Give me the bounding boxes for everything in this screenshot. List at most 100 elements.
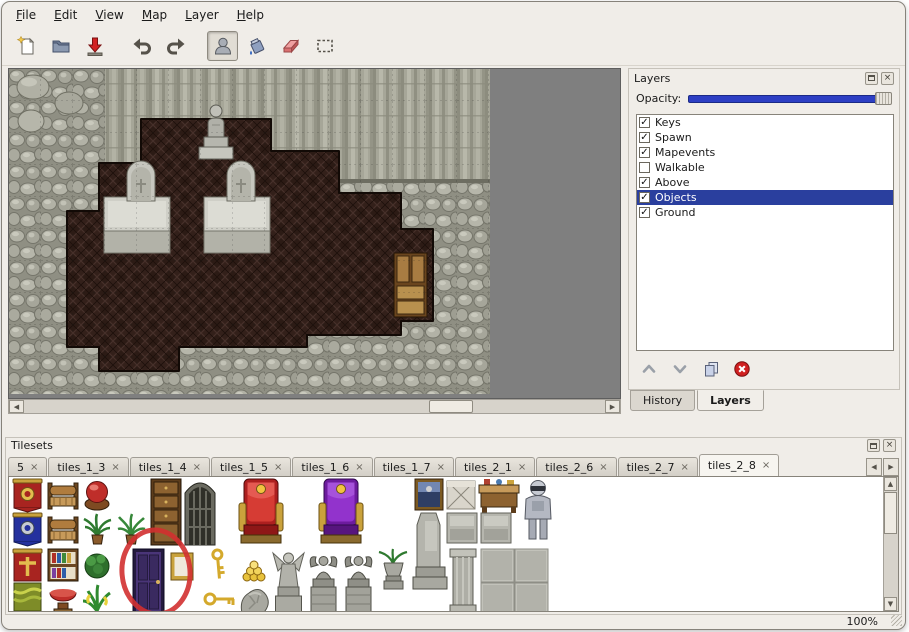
tile-loom[interactable] <box>48 483 78 509</box>
layers-float-button[interactable] <box>865 72 878 85</box>
layer-duplicate-button[interactable] <box>701 359 721 379</box>
tile-angel-statue[interactable] <box>273 553 304 612</box>
resize-grip[interactable] <box>891 615 902 626</box>
tileset-tab[interactable]: tiles_1_7 × <box>374 457 454 476</box>
tileset-tab[interactable]: tiles_1_4 × <box>130 457 210 476</box>
redo-button[interactable] <box>160 31 191 61</box>
stamp-tool-button[interactable] <box>207 31 238 61</box>
tile-banana-plant[interactable] <box>83 585 110 611</box>
tileset-tab-active[interactable]: tiles_2_8 × <box>699 454 779 476</box>
open-map-button[interactable] <box>45 31 76 61</box>
opacity-slider[interactable] <box>688 91 892 106</box>
scroll-left-icon[interactable]: ◀ <box>9 400 24 413</box>
tile-bush[interactable] <box>85 554 109 578</box>
tileset-tab[interactable]: tiles_2_1 × <box>455 457 535 476</box>
tile-arched-grate[interactable] <box>185 483 215 545</box>
layer-row-mapevents[interactable]: ✓ Mapevents <box>637 145 893 160</box>
tilesets-float-button[interactable] <box>867 439 880 452</box>
tab-close-icon[interactable]: × <box>30 462 38 473</box>
tab-scroll-right-icon[interactable]: ▶ <box>883 458 899 476</box>
tile-red-bowl[interactable] <box>50 589 76 612</box>
tab-close-icon[interactable]: × <box>193 462 201 473</box>
undo-button[interactable] <box>126 31 157 61</box>
layers-close-button[interactable]: × <box>881 72 894 85</box>
vscroll-thumb[interactable] <box>884 492 897 534</box>
tileset-tab[interactable]: tiles_1_3 × <box>48 457 128 476</box>
tile-red-banner[interactable] <box>13 479 42 512</box>
tab-close-icon[interactable]: × <box>518 462 526 473</box>
layer-row-ground[interactable]: ✓ Ground <box>637 205 893 220</box>
tile-purple-door[interactable] <box>133 549 164 612</box>
tile-gray-floor[interactable] <box>481 549 514 612</box>
map-hscrollbar[interactable]: ◀ ▶ <box>8 399 621 414</box>
tile-red-pot[interactable] <box>85 482 109 511</box>
save-map-button[interactable] <box>79 31 110 61</box>
layer-row-spawn[interactable]: ✓ Spawn <box>637 130 893 145</box>
menu-map[interactable]: Map <box>133 4 176 26</box>
tilesets-close-button[interactable]: × <box>883 439 896 452</box>
layer-row-objects-selected[interactable]: ✓ Objects <box>637 190 893 205</box>
tile-gray-floor[interactable] <box>515 549 548 612</box>
scroll-right-icon[interactable]: ▶ <box>605 400 620 413</box>
layer-visibility-checkbox[interactable]: ✓ <box>639 132 650 143</box>
tileset-tab[interactable]: tiles_2_6 × <box>536 457 616 476</box>
tileset-tab[interactable]: tiles_1_6 × <box>292 457 372 476</box>
hscroll-thumb[interactable] <box>429 400 473 413</box>
tile-red-cross-banner[interactable] <box>13 549 42 581</box>
tile-stone-block[interactable] <box>447 513 477 543</box>
tab-close-icon[interactable]: × <box>681 462 689 473</box>
scroll-down-icon[interactable]: ▼ <box>884 597 897 611</box>
layer-row-above[interactable]: ✓ Above <box>637 175 893 190</box>
tile-shelf[interactable] <box>479 479 519 513</box>
tile-purple-throne[interactable] <box>319 479 363 543</box>
tile-potted-plant[interactable] <box>118 514 145 544</box>
layer-visibility-checkbox[interactable]: ✓ <box>639 207 650 218</box>
dock-tab-layers[interactable]: Layers <box>697 390 764 411</box>
layer-visibility-checkbox[interactable]: ✓ <box>639 192 650 203</box>
opacity-slider-handle[interactable] <box>875 92 892 105</box>
menu-edit[interactable]: Edit <box>45 4 86 26</box>
tileset-tab[interactable]: 5 × <box>8 457 47 476</box>
tile-pillar[interactable] <box>450 549 476 612</box>
menu-view[interactable]: View <box>86 4 132 26</box>
tile-loom[interactable] <box>48 517 78 543</box>
tile-gargoyle[interactable] <box>345 557 372 613</box>
tile-gold-key-horizontal[interactable] <box>205 594 234 605</box>
tile-gold-frame[interactable] <box>171 553 193 580</box>
tile-red-throne[interactable] <box>239 479 283 543</box>
tile-gold-pile[interactable] <box>243 561 265 581</box>
tileset-tab[interactable]: tiles_1_5 × <box>211 457 291 476</box>
layer-row-walkable[interactable]: Walkable <box>637 160 893 175</box>
menu-help[interactable]: Help <box>228 4 273 26</box>
layer-visibility-checkbox[interactable]: ✓ <box>639 177 650 188</box>
tab-close-icon[interactable]: × <box>355 462 363 473</box>
tile-gold-key[interactable] <box>203 548 233 578</box>
tile-blue-banner[interactable] <box>13 513 42 546</box>
layer-visibility-checkbox[interactable] <box>639 162 650 173</box>
tile-gargoyle[interactable] <box>310 557 337 613</box>
selection-tool-button[interactable] <box>309 31 340 61</box>
menu-layer[interactable]: Layer <box>176 4 227 26</box>
layer-move-up-button[interactable] <box>639 359 659 379</box>
layer-move-down-button[interactable] <box>670 359 690 379</box>
tile-potted-plant[interactable] <box>84 514 111 544</box>
tile-obelisk[interactable] <box>413 513 447 589</box>
map-canvas[interactable] <box>9 69 490 394</box>
tile-crate[interactable] <box>447 481 475 509</box>
tab-close-icon[interactable]: × <box>762 460 770 471</box>
tile-stone-block[interactable] <box>481 513 511 543</box>
tile-painting[interactable] <box>415 479 443 510</box>
tab-close-icon[interactable]: × <box>437 462 445 473</box>
tileset-vscrollbar[interactable]: ▲ ▼ <box>883 477 898 611</box>
tileset-tab[interactable]: tiles_2_7 × <box>618 457 698 476</box>
dock-tab-history[interactable]: History <box>630 390 695 411</box>
tab-scroll-left-icon[interactable]: ◀ <box>866 458 882 476</box>
scroll-up-icon[interactable]: ▲ <box>884 477 897 491</box>
layer-visibility-checkbox[interactable]: ✓ <box>639 147 650 158</box>
tab-close-icon[interactable]: × <box>599 462 607 473</box>
menu-file[interactable]: File <box>7 4 45 26</box>
tileset-grid[interactable] <box>11 477 556 612</box>
eraser-tool-button[interactable] <box>275 31 306 61</box>
tab-close-icon[interactable]: × <box>274 462 282 473</box>
tile-green-banner[interactable] <box>14 583 41 612</box>
